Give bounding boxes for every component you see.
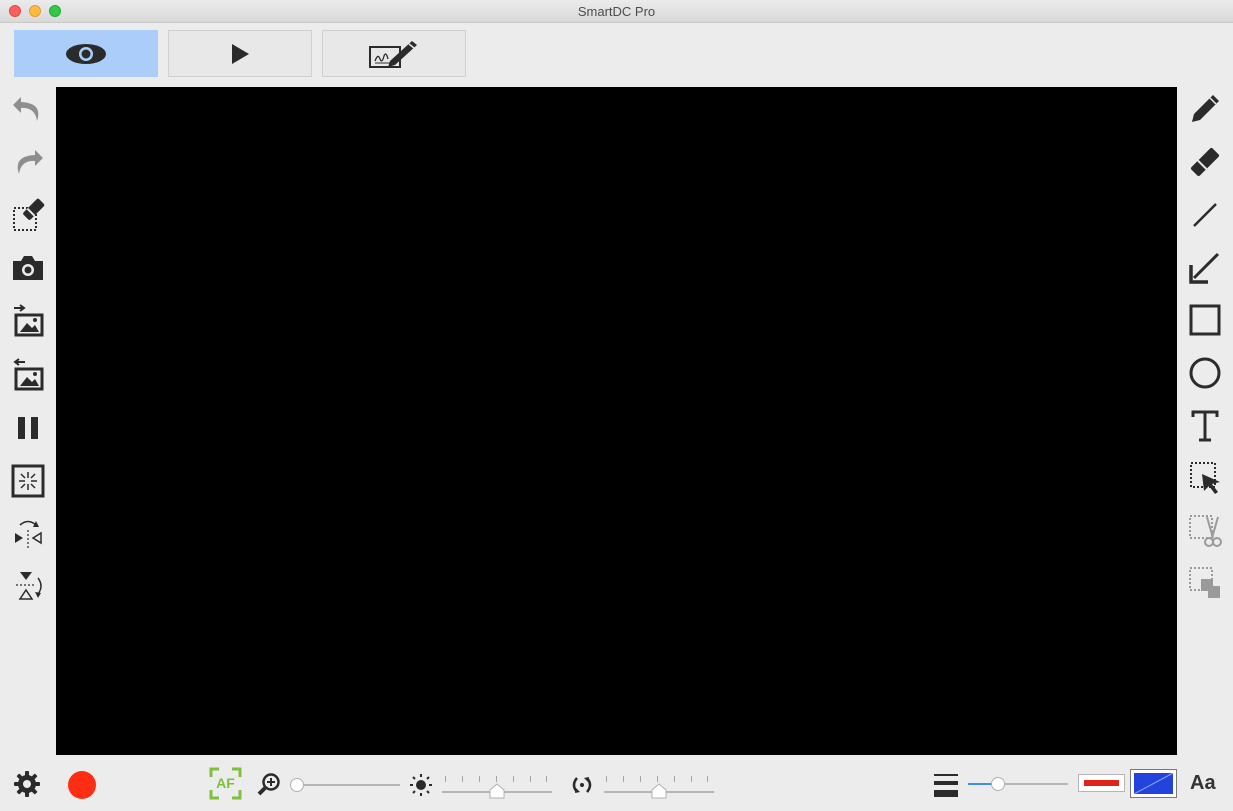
flip-horizontal-icon [15, 520, 42, 548]
record-button[interactable] [68, 771, 96, 799]
copy-icon [1189, 567, 1220, 598]
rectangle-tool-button[interactable] [1187, 302, 1223, 338]
text-icon [1191, 410, 1219, 442]
timer-capture-icon [11, 464, 45, 498]
exposure-icon [572, 777, 592, 793]
brightness-icon [410, 774, 432, 796]
eraser-icon [1190, 147, 1220, 177]
import-image-button[interactable] [10, 302, 46, 338]
annotate-mode-button[interactable] [322, 30, 466, 77]
camera-preview[interactable] [56, 87, 1177, 755]
view-mode-button[interactable] [14, 30, 158, 77]
timer-capture-button[interactable] [10, 463, 46, 499]
redo-button[interactable] [10, 144, 46, 180]
font-settings-button[interactable]: Aa [1190, 772, 1216, 795]
export-image-button[interactable] [10, 356, 46, 392]
brightness-ticks [445, 776, 547, 782]
line-tool-button[interactable] [1187, 197, 1223, 233]
settings-button[interactable] [9, 766, 45, 802]
flip-horizontal-button[interactable] [10, 516, 46, 552]
camera-icon [13, 256, 43, 280]
line-width-icon-wrap [929, 768, 963, 802]
cut-tool-button[interactable] [1187, 513, 1223, 549]
flip-vertical-icon [16, 572, 42, 600]
title-bar: SmartDC Pro [0, 0, 1233, 23]
flip-vertical-button[interactable] [10, 568, 46, 604]
export-image-icon [13, 358, 44, 391]
text-tool-button[interactable] [1187, 408, 1223, 444]
clear-selection-button[interactable] [10, 197, 46, 233]
pen-tool-button[interactable] [1187, 91, 1223, 127]
copy-tool-button[interactable] [1187, 565, 1223, 601]
exposure-icon-wrap [565, 768, 599, 802]
line-width-slider-knob[interactable] [991, 777, 1005, 791]
select-tool-button[interactable] [1187, 460, 1223, 496]
import-image-icon [14, 304, 44, 337]
arrow-tool-button[interactable] [1187, 250, 1223, 286]
autofocus-label: AF [216, 775, 235, 791]
eraser-tool-button[interactable] [1187, 144, 1223, 180]
zoom-slider[interactable] [292, 784, 400, 786]
redo-icon [17, 150, 43, 174]
eye-icon [66, 43, 106, 64]
stroke-color-swatch[interactable] [1078, 774, 1125, 792]
zoom-icon-wrap [252, 768, 286, 802]
exposure-slider-knob[interactable] [651, 783, 667, 804]
pencil-icon [1192, 95, 1219, 122]
circle-tool-button[interactable] [1187, 355, 1223, 391]
cut-icon [1189, 515, 1222, 547]
autofocus-button[interactable]: AF [209, 767, 242, 800]
undo-icon [13, 97, 39, 121]
zoom-slider-knob[interactable] [290, 778, 304, 792]
exposure-ticks [606, 776, 708, 782]
brightness-icon-wrap [404, 768, 438, 802]
line-width-icon [934, 774, 958, 797]
gear-icon [14, 771, 40, 797]
fill-color-swatch[interactable] [1130, 769, 1177, 798]
undo-button[interactable] [10, 91, 46, 127]
line-icon [1193, 203, 1217, 227]
zoom-in-icon [257, 773, 280, 796]
freeze-button[interactable] [10, 410, 46, 446]
pause-icon [18, 417, 38, 439]
brightness-slider-knob[interactable] [489, 783, 505, 804]
clear-selection-icon [13, 198, 45, 231]
arrow-icon [1189, 252, 1220, 284]
select-arrow-icon [1190, 462, 1220, 494]
signature-pen-icon [369, 40, 417, 68]
snapshot-button[interactable] [10, 250, 46, 286]
play-mode-button[interactable] [168, 30, 312, 77]
circle-icon [1189, 357, 1221, 389]
play-icon [232, 43, 249, 64]
window-title: SmartDC Pro [577, 4, 656, 19]
rectangle-icon [1189, 304, 1221, 336]
